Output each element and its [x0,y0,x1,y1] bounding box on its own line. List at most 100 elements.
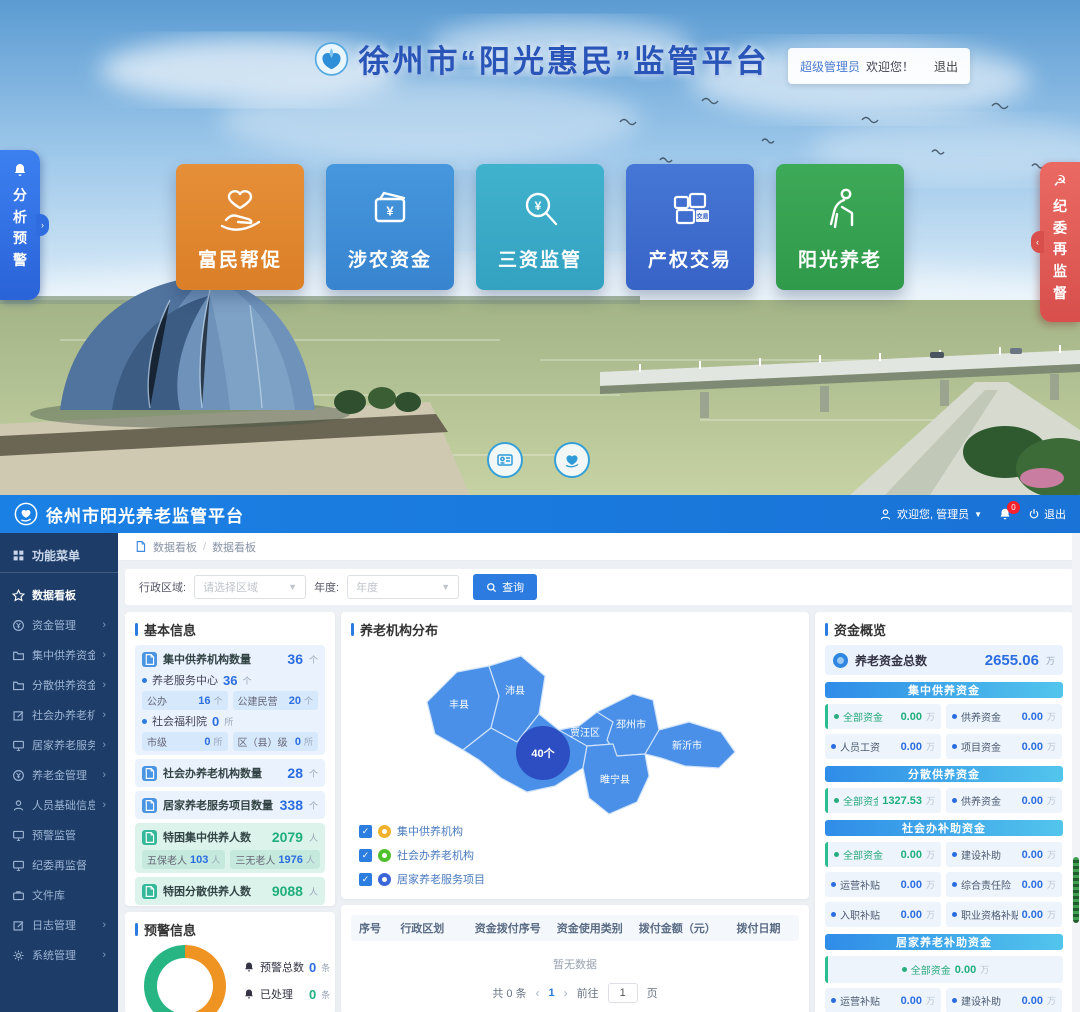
stat-chip: 公建民营20个 [233,691,319,710]
welcome-text: 欢迎您！ [866,58,914,75]
fund-cell: 全部资金0.00万 [825,704,941,729]
hero-title-block: 徐州市“阳光惠民”监管平台 [315,36,770,81]
coin-icon [12,769,25,782]
notifications-button[interactable]: 0 [998,507,1012,521]
fund-cell: 供养资金0.00万 [946,788,1062,813]
goto-label: 前往 [577,985,599,1001]
legend-central-orgs[interactable]: 集中供养机构 [359,823,485,839]
fund-cell: 供养资金0.00万 [946,704,1062,729]
chevron-down-icon: ▼ [288,582,297,592]
sidebar-divider [0,572,118,573]
current-page-button[interactable]: 1 [549,987,555,999]
prev-page-button[interactable]: ‹ [536,986,540,1000]
total-funds-card: 养老资金总数 2655.06万 [825,645,1063,675]
logout-button[interactable]: 退出 [1028,506,1066,522]
tile-chanquan-jiaoyi[interactable]: 交易 产权交易 [626,164,754,290]
sidebar-item-scattered-support-funds[interactable]: 分散供养资金› [0,670,118,700]
section-header-central: 集中供养资金 [825,682,1063,698]
analysis-warning-label: 分析预警 [12,185,28,272]
module-tiles: 富民帮促 ¥ 涉农资金 ¥ 三资监管 交易 [176,164,904,290]
doc-badge-icon [142,652,157,667]
bell-icon [243,961,255,973]
fund-cell: 项目资金0.00万 [946,734,1062,759]
sidebar-item-discipline-supervision[interactable]: 纪委再监督 [0,850,118,880]
hand-heart-icon [213,182,267,236]
edit-icon [12,919,25,932]
legend-home-projects[interactable]: 居家养老服务项目 [359,871,485,887]
svg-text:¥: ¥ [535,199,542,213]
fund-cell: 运营补贴0.00万 [825,872,941,897]
power-icon [1028,508,1040,520]
fund-cell: 入职补贴0.00万 [825,902,941,927]
scrollbar-track[interactable] [1072,533,1080,1012]
scrollbar-thumb[interactable] [1073,857,1079,923]
chevron-right-icon: › [102,739,106,751]
year-select[interactable]: 年度▼ [347,575,459,599]
tile-label: 富民帮促 [198,245,282,272]
tile-sanzi-jianguan[interactable]: ¥ 三资监管 [476,164,604,290]
fund-cell: 建设补助0.00万 [946,842,1062,867]
sidebar-item-personnel-info[interactable]: 人员基础信息› [0,790,118,820]
briefcase-icon [12,889,25,902]
filter-bar: 行政区域: 请选择区域▼ 年度: 年度▼ 查询 [125,569,1073,605]
funds-overview-panel: 资金概览 养老资金总数 2655.06万 集中供养资金 全部资金0.00万 供养… [815,612,1073,1012]
sidebar-item-log-management[interactable]: 日志管理› [0,910,118,940]
hero-logout-button[interactable]: 退出 [934,58,958,75]
doc-badge-icon [142,830,157,845]
care-heart-shortcut[interactable] [554,442,590,478]
fund-cell: 综合责任险0.00万 [946,872,1062,897]
main-content: 数据看板 / 数据看板 行政区域: 请选择区域▼ 年度: 年度▼ 查询 [118,533,1080,1012]
sidebar-item-file-library[interactable]: 文件库 [0,880,118,910]
total-count: 共 0 条 [492,985,526,1001]
checkbox-checked-icon[interactable] [359,873,372,886]
sidebar-item-social-elder-orgs[interactable]: 社会办养老机构› [0,700,118,730]
sidebar-item-data-board[interactable]: 数据看板 [0,580,118,610]
fund-cell: 全部资金0.00万 [825,842,941,867]
basic-info-panel: 基本信息 集中供养机构数量 36个 养老服务中心 36个 [125,612,335,906]
tile-label: 产权交易 [648,245,732,272]
doc-badge-icon [142,798,157,813]
id-card-shortcut[interactable] [487,442,523,478]
region-label: 新沂市 [672,739,702,752]
tile-fumin-bangcu[interactable]: 富民帮促 [176,164,304,290]
region-label: 沛县 [505,684,525,697]
dashboard-logo-icon [14,502,38,526]
analysis-warning-tab[interactable]: 分析预警 › [0,150,40,300]
table-header-row: 序号 行政区划 资金拨付序号 资金使用类别 拨付金额（元） 拨付日期 [351,915,799,941]
hero-shortcut-icons [487,442,590,478]
pagination: 共 0 条 ‹ 1 › 前往 页 [351,983,799,1003]
dot-icon [834,852,839,857]
goto-page-input[interactable] [608,983,638,1003]
dot-icon [831,744,836,749]
user-menu[interactable]: 欢迎您, 管理员 ▼ [879,506,982,522]
discipline-supervision-tab[interactable]: ☭ 纪委再监督 ‹ [1040,162,1080,322]
legend-social-orgs[interactable]: 社会办养老机构 [359,847,485,863]
next-page-button[interactable]: › [564,986,568,1000]
tile-yangguang-yanglao[interactable]: 阳光养老 [776,164,904,290]
region-select[interactable]: 请选择区域▼ [194,575,306,599]
chevron-right-icon: › [102,709,106,721]
checkbox-checked-icon[interactable] [359,849,372,862]
breadcrumb-root[interactable]: 数据看板 [153,539,197,555]
hero-banner: 徐州市“阳光惠民”监管平台 超级管理员 欢迎您！ 退出 分析预警 › ☭ 纪委再… [0,0,1080,495]
dashboard: 徐州市阳光养老监管平台 欢迎您, 管理员 ▼ 0 退出 [0,495,1080,1012]
dot-icon [952,882,957,887]
region-label: 邳州市 [616,718,646,731]
sidebar-item-home-care-projects[interactable]: 居家养老服务项目› [0,730,118,760]
chevron-right-icon: › [102,619,106,631]
breadcrumb-separator: / [203,541,206,553]
fund-cell-full: 全部资金0.00万 [825,956,1063,983]
breadcrumb-current: 数据看板 [212,539,256,555]
sidebar-item-system-management[interactable]: 系统管理› [0,940,118,970]
sidebar-item-warning-supervision[interactable]: 预警监管 [0,820,118,850]
sidebar-item-pension-management[interactable]: 养老金管理› [0,760,118,790]
search-button[interactable]: 查询 [473,574,537,600]
home-project-card: 居家养老服务项目数量 338个 [135,791,325,819]
dot-icon [834,798,839,803]
tile-shenong-zijin[interactable]: ¥ 涉农资金 [326,164,454,290]
user-role: 超级管理员 [800,58,860,75]
checkbox-checked-icon[interactable] [359,825,372,838]
sidebar-item-central-support-funds[interactable]: 集中供养资金› [0,640,118,670]
sidebar-item-fund-management[interactable]: 资金管理› [0,610,118,640]
ring-icon [833,653,848,668]
